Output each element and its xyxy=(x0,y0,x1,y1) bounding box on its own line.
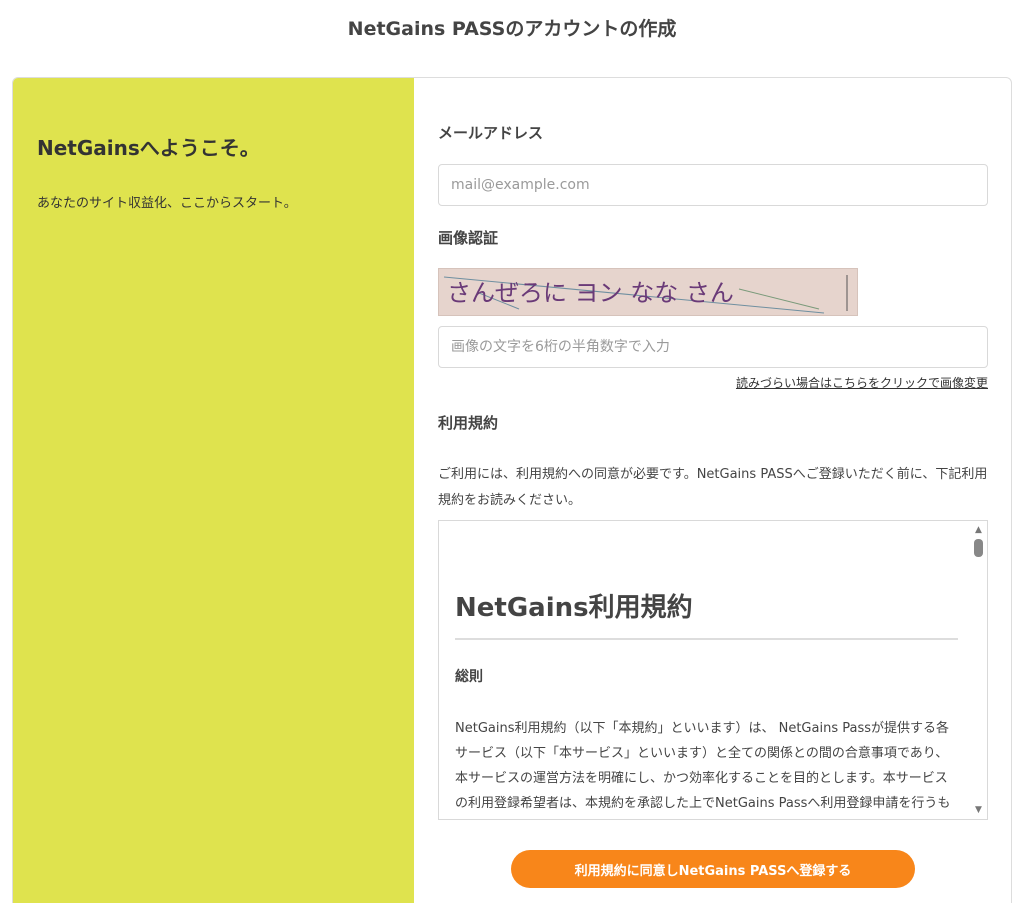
terms-section-title: 総則 xyxy=(455,669,483,685)
email-input[interactable] xyxy=(438,164,988,206)
terms-scroll-box[interactable]: NetGains利用規約 総則 NetGains利用規約（以下「本規約」といいま… xyxy=(438,520,988,820)
scroll-down-arrow-icon[interactable]: ▼ xyxy=(970,803,987,817)
terms-label: 利用規約 xyxy=(438,414,499,432)
signup-form: メールアドレス 画像認証 さんぜろに ヨン なな さん 読みづらい場合はこちらを… xyxy=(414,78,1011,903)
agree-and-register-button[interactable]: 利用規約に同意しNetGains PASSへ登録する xyxy=(511,850,915,888)
page-title: NetGains PASSのアカウントの作成 xyxy=(347,18,677,40)
terms-scrollbar[interactable]: ▲ ▼ xyxy=(970,521,987,819)
signup-card: NetGainsへようこそ。 あなたのサイト収益化、ここからスタート。 メールア… xyxy=(12,77,1012,903)
welcome-heading: NetGainsへようこそ。 xyxy=(37,136,260,160)
scroll-up-arrow-icon[interactable]: ▲ xyxy=(970,523,987,537)
captcha-refresh-link[interactable]: 読みづらい場合はこちらをクリックで画像変更 xyxy=(736,374,988,391)
scroll-thumb[interactable] xyxy=(974,539,983,557)
captcha-text: さんぜろに ヨン なな さん xyxy=(447,279,734,307)
welcome-tagline: あなたのサイト収益化、ここからスタート。 xyxy=(37,196,297,211)
terms-intro: ご利用には、利用規約への同意が必要です。NetGains PASSへご登録いただ… xyxy=(438,467,988,508)
captcha-label: 画像認証 xyxy=(438,229,499,247)
terms-body: NetGains利用規約（以下「本規約」といいます）は、 NetGains Pa… xyxy=(455,721,951,811)
email-label: メールアドレス xyxy=(438,124,544,142)
captcha-image: さんぜろに ヨン なな さん xyxy=(438,268,858,316)
terms-content: NetGains利用規約 総則 NetGains利用規約（以下「本規約」といいま… xyxy=(455,521,958,819)
welcome-panel: NetGainsへようこそ。 あなたのサイト収益化、ここからスタート。 xyxy=(13,78,414,903)
captcha-input[interactable] xyxy=(438,326,988,368)
terms-heading: NetGains利用規約 xyxy=(455,587,958,640)
